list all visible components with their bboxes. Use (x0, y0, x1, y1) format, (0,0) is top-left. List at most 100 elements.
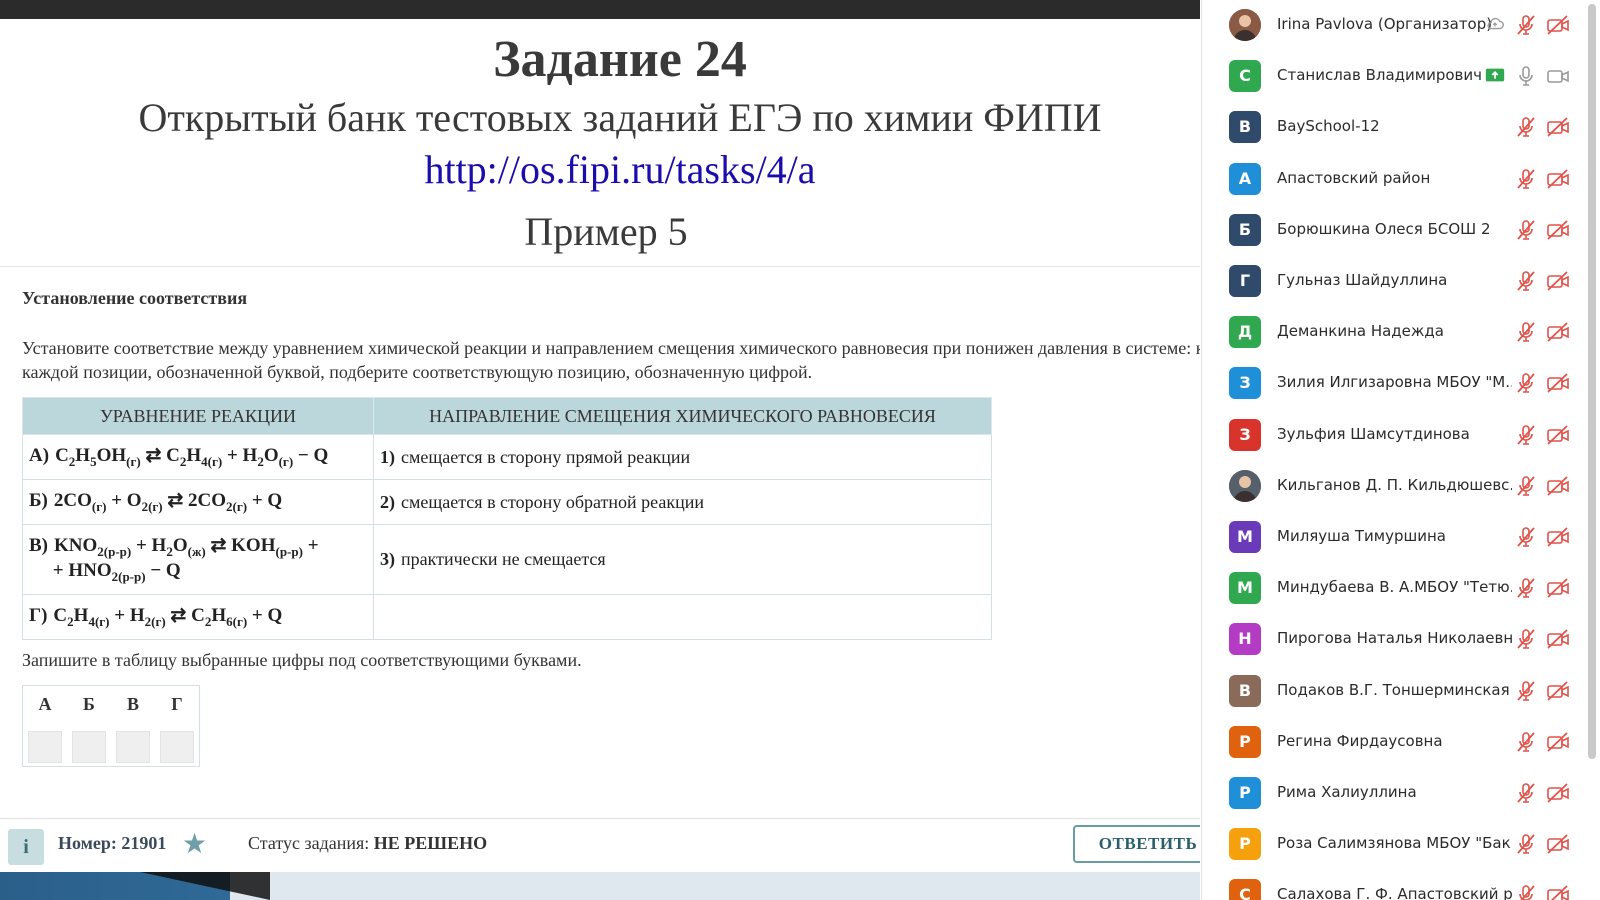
participant-row[interactable]: А Апастовский район (1202, 154, 1582, 205)
microphone-muted-icon[interactable] (1514, 781, 1538, 805)
presentation-slide: Задание 24 Открытый банк тестовых задани… (0, 0, 1200, 900)
microphone-muted-icon[interactable] (1514, 269, 1538, 293)
camera-off-icon[interactable] (1545, 679, 1569, 703)
direction-option-3: 3) практически не смещается (373, 524, 992, 595)
task-number: Номер: 21901 (58, 833, 167, 853)
participant-name: Роза Салимзянова МБОУ "Бак... (1277, 834, 1512, 853)
participant-row[interactable]: В Подаков В.Г. Тоншерминская ... (1202, 666, 1582, 717)
participant-name: Борюшкина Олеся БСОШ 2 (1277, 219, 1491, 238)
slide-subtitle: Открытый банк тестовых заданий ЕГЭ по хи… (138, 95, 1102, 140)
camera-off-icon[interactable] (1545, 474, 1569, 498)
camera-off-icon[interactable] (1545, 115, 1569, 139)
participant-row[interactable]: Кильганов Д. П. Кильдюшевс... (1202, 461, 1582, 512)
participant-name: Пирогова Наталья Николаевн... (1277, 629, 1512, 648)
participant-name: Подаков В.Г. Тоншерминская ... (1277, 680, 1512, 699)
camera-off-icon[interactable] (1545, 269, 1569, 293)
camera-icon[interactable] (1545, 64, 1569, 88)
microphone-muted-icon[interactable] (1514, 832, 1538, 856)
microphone-muted-icon[interactable] (1514, 167, 1538, 191)
microphone-muted-icon[interactable] (1514, 525, 1538, 549)
info-icon[interactable]: i (8, 829, 44, 865)
slide-title: Задание 24 (493, 31, 747, 88)
participant-row[interactable]: Р Регина Фирдаусовна (1202, 717, 1582, 768)
avatar: Н (1229, 623, 1261, 656)
participant-row[interactable]: С Станислав Владимирович ... (1202, 51, 1582, 102)
participant-name: Регина Фирдаусовна (1277, 731, 1443, 750)
camera-off-icon[interactable] (1545, 781, 1569, 805)
microphone-muted-icon[interactable] (1514, 371, 1538, 395)
avatar: З (1229, 367, 1261, 400)
participant-row[interactable]: Д Деманкина Надежда (1202, 307, 1582, 358)
camera-off-icon[interactable] (1545, 218, 1569, 242)
microphone-muted-icon[interactable] (1514, 218, 1538, 242)
camera-off-icon[interactable] (1545, 627, 1569, 651)
avatar: С (1229, 879, 1261, 900)
reaction-equation-a: А) C2H5OH(г) ⇄ C2H4(г) + H2O(г) − Q (22, 434, 374, 480)
table-row: В) KNO2(р-р) + H2O(ж) ⇄ KOH(р-р) + + HNO2… (22, 524, 992, 595)
participant-name: Миляуша Тимуршина (1277, 527, 1446, 545)
participant-row[interactable]: М Миляуша Тимуршина (1202, 512, 1582, 563)
participant-row[interactable]: З Зилия Илгизаровна МБОУ "М... (1202, 358, 1582, 409)
participants-scrollbar[interactable] (1588, 4, 1596, 759)
task-heading: Установление соответствия (22, 288, 248, 308)
avatar: Р (1229, 725, 1261, 758)
camera-off-icon[interactable] (1545, 371, 1569, 395)
participant-name: Станислав Владимирович ... (1277, 66, 1502, 85)
camera-off-icon[interactable] (1545, 883, 1569, 900)
star-icon[interactable]: ★ (182, 827, 207, 861)
avatar: М (1229, 521, 1261, 553)
microphone-muted-icon[interactable] (1514, 13, 1538, 37)
microphone-muted-icon[interactable] (1514, 730, 1538, 754)
participant-name: Рима Халиуллина (1277, 783, 1417, 801)
task-footer: i Номер: 21901 ★ Статус задания: НЕ РЕШЕ… (0, 818, 1200, 873)
participant-row[interactable]: Г Гульназ Шайдуллина (1202, 256, 1582, 307)
participant-name: Зульфия Шамсутдинова (1277, 424, 1470, 443)
participant-row[interactable]: Р Рима Халиуллина (1202, 768, 1582, 819)
participant-row[interactable]: Р Роза Салимзянова МБОУ "Бак... (1202, 819, 1582, 870)
answer-cell-b[interactable] (72, 731, 106, 763)
column-header-reaction: УРАВНЕНИЕ РЕАКЦИИ (22, 397, 374, 435)
participant-name: Деманкина Надежда (1277, 322, 1444, 341)
avatar: Б (1229, 213, 1261, 246)
participant-row[interactable]: З Зульфия Шамсутдинова (1202, 410, 1582, 461)
microphone-muted-icon[interactable] (1514, 474, 1538, 498)
slide-decoration-light (230, 872, 1200, 900)
participant-row[interactable]: М Миндубаева В. А.МБОУ "Тетю... (1202, 563, 1582, 614)
screen-share-icon (1484, 64, 1506, 86)
participant-row[interactable]: В BaySchool-12 (1202, 102, 1582, 153)
camera-off-icon[interactable] (1545, 13, 1569, 37)
avatar: Д (1229, 316, 1261, 349)
microphone-muted-icon[interactable] (1514, 627, 1538, 651)
answer-cell-v[interactable] (116, 731, 150, 763)
microphone-muted-icon[interactable] (1514, 320, 1538, 344)
microphone-muted-icon[interactable] (1514, 883, 1538, 900)
direction-option-empty (373, 594, 992, 640)
camera-off-icon[interactable] (1545, 167, 1569, 191)
camera-off-icon[interactable] (1545, 525, 1569, 549)
participant-row[interactable]: С Салахова Г. Ф. Апастовский р-... (1202, 870, 1582, 900)
camera-off-icon[interactable] (1545, 423, 1569, 447)
camera-off-icon[interactable] (1545, 730, 1569, 754)
answer-button[interactable]: ОТВЕТИТЬ (1073, 825, 1200, 863)
microphone-icon[interactable] (1514, 64, 1538, 88)
column-header-direction: НАПРАВЛЕНИЕ СМЕЩЕНИЯ ХИМИЧЕСКОГО РАВНОВЕ… (373, 397, 992, 435)
microphone-muted-icon[interactable] (1514, 115, 1538, 139)
slide-link[interactable]: http://os.fipi.ru/tasks/4/a (0, 146, 1200, 193)
camera-off-icon[interactable] (1545, 832, 1569, 856)
reaction-equation-v: В) KNO2(р-р) + H2O(ж) ⇄ KOH(р-р) + + HNO2… (22, 524, 374, 595)
participant-row[interactable]: Irina Pavlova (Организатор) (1202, 0, 1582, 51)
divider (0, 266, 1200, 267)
microphone-muted-icon[interactable] (1514, 679, 1538, 703)
slide-top-bar (0, 0, 1200, 19)
microphone-muted-icon[interactable] (1514, 576, 1538, 600)
camera-off-icon[interactable] (1545, 576, 1569, 600)
avatar: В (1229, 111, 1261, 144)
direction-option-2: 2) смещается в сторону обратной реакции (373, 479, 992, 525)
camera-off-icon[interactable] (1545, 320, 1569, 344)
avatar: А (1229, 162, 1261, 195)
answer-cell-a[interactable] (28, 731, 62, 763)
answer-cell-g[interactable] (160, 731, 194, 763)
microphone-muted-icon[interactable] (1514, 423, 1538, 447)
participant-row[interactable]: Б Борюшкина Олеся БСОШ 2 (1202, 205, 1582, 256)
participant-row[interactable]: Н Пирогова Наталья Николаевн... (1202, 614, 1582, 665)
